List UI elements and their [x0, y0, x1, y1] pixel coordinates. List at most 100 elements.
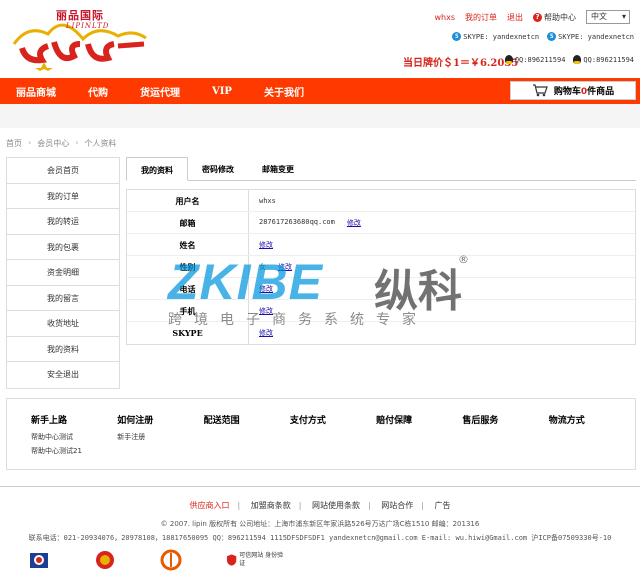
qq-contact[interactable]: QQ:896211594: [504, 55, 566, 64]
cart-label-prefix: 购物车: [553, 87, 581, 97]
footer-column: 赔付保障: [376, 413, 462, 458]
footer-divider: [0, 486, 640, 487]
footer-column: 如何注册 新手注册: [117, 413, 203, 458]
row-value: 修改: [249, 284, 273, 294]
chevron-right-icon: ›: [28, 138, 32, 147]
row-label: 手机: [127, 300, 249, 321]
email-value: 287617263680qq.com: [259, 217, 335, 226]
nav-item-mall[interactable]: 丽品商城: [0, 84, 72, 99]
footer-column-title: 支付方式: [289, 416, 326, 426]
edit-name-link[interactable]: 修改: [259, 240, 273, 250]
site-terms-link[interactable]: 网站使用条款: [304, 501, 368, 510]
nav-item-vip[interactable]: VIP: [196, 86, 248, 97]
edit-gender-link[interactable]: 修改: [278, 262, 292, 272]
row-label: 电话: [127, 278, 249, 299]
row-label: SKYPE: [127, 322, 249, 344]
sidebar-item-logout[interactable]: 安全退出: [7, 362, 119, 388]
shield-icon: [226, 554, 237, 566]
tab-change-password[interactable]: 密码修改: [188, 157, 248, 180]
sidebar-item-packages[interactable]: 我的包裹: [7, 235, 119, 260]
link-separator: |: [237, 501, 241, 510]
breadcrumb: 首页 › 会员中心 › 个人资料: [6, 138, 116, 149]
site-logo[interactable]: 丽品国际 LIPINLTD: [8, 4, 148, 72]
supplier-entry-link[interactable]: 供应商入口: [182, 501, 238, 510]
row-label: 姓名: [127, 234, 249, 255]
link-separator: |: [368, 501, 371, 510]
tab-my-profile[interactable]: 我的资料: [126, 157, 188, 181]
footer-column-title: 配送范围: [203, 416, 240, 426]
table-row: 邮箱 287617263680qq.com 修改: [127, 212, 635, 234]
trust-seal-icon[interactable]: [160, 549, 182, 571]
exchange-rate: 当日牌价＄1＝￥6.2035: [403, 58, 519, 69]
footer-help-box: 新手上路 帮助中心测试 帮助中心测试21 如何注册 新手注册 配送范围 支付方式…: [6, 398, 636, 470]
username-value: whxs: [259, 196, 276, 205]
breadcrumb-current: 个人资料: [84, 139, 117, 148]
tab-change-email[interactable]: 邮箱变更: [248, 157, 308, 180]
sidebar-item-addresses[interactable]: 收货地址: [7, 311, 119, 337]
help-center-label: 帮助中心: [544, 12, 576, 22]
cart-button[interactable]: 购物车0件商品: [510, 81, 636, 100]
sidebar-item-orders[interactable]: 我的订单: [7, 184, 119, 209]
language-select[interactable]: 中文: [586, 10, 630, 24]
breadcrumb-member-center[interactable]: 会员中心: [37, 138, 69, 149]
row-value: 修改: [249, 240, 273, 250]
edit-skype-link[interactable]: 修改: [259, 328, 273, 338]
skype-contact[interactable]: S SKYPE: yandexnetcn: [547, 32, 634, 41]
footer-column-title: 如何注册: [117, 416, 154, 426]
qq-label: QQ:896211594: [514, 55, 566, 64]
certification-badges: 可信网站 身份验证: [28, 549, 286, 571]
row-value: 287617263680qq.com 修改: [249, 218, 361, 228]
sidebar-item-funds[interactable]: 资金明细: [7, 260, 119, 286]
footer-column: 售后服务: [462, 413, 548, 458]
my-orders-link[interactable]: 我的订单: [465, 12, 497, 23]
sidebar-item-home[interactable]: 会员首页: [7, 158, 119, 184]
footer-column-title: 售后服务: [462, 416, 499, 426]
skype-icon: S: [547, 32, 557, 41]
skype-icon: S: [452, 32, 462, 41]
table-row: SKYPE 修改: [127, 322, 635, 344]
logout-link[interactable]: 退出: [507, 12, 523, 23]
skype-label: SKYPE: yandexnetcn: [558, 32, 634, 41]
edit-phone-link[interactable]: 修改: [259, 284, 273, 294]
qq-contacts: QQ:896211594 QQ:896211594: [504, 55, 634, 64]
breadcrumb-home[interactable]: 首页: [6, 138, 22, 149]
sidebar-item-profile[interactable]: 我的资料: [7, 337, 119, 362]
sidebar-item-messages[interactable]: 我的留言: [7, 286, 119, 311]
row-label: 邮箱: [127, 212, 249, 233]
help-icon: ?: [533, 12, 542, 22]
footer-column-title: 物流方式: [548, 416, 585, 426]
verified-site-badge[interactable]: 可信网站 身份验证: [226, 549, 286, 571]
nav-item-about[interactable]: 关于我们: [248, 84, 320, 99]
footer-link[interactable]: 新手注册: [117, 430, 203, 444]
skype-contacts: S SKYPE: yandexnetcn S SKYPE: yandexnetcn: [452, 32, 634, 41]
nav-item-freight[interactable]: 货运代理: [124, 84, 196, 99]
sidebar-item-forwarding[interactable]: 我的转运: [7, 209, 119, 235]
nav-item-purchasing[interactable]: 代购: [72, 84, 124, 99]
business-license-icon[interactable]: [94, 549, 116, 571]
qq-contact[interactable]: QQ:896211594: [573, 55, 634, 64]
advertising-link[interactable]: 广告: [427, 501, 459, 510]
row-value: 女 修改: [249, 262, 292, 272]
row-value: 修改: [249, 306, 273, 316]
help-center-link[interactable]: ? 帮助中心: [533, 12, 576, 23]
username-link[interactable]: whxs: [434, 13, 455, 22]
table-row: 手机 修改: [127, 300, 635, 322]
footer-link[interactable]: 帮助中心测试21: [31, 444, 117, 458]
chevron-right-icon: ›: [75, 138, 79, 147]
qq-penguin-icon: [504, 55, 513, 64]
member-sidebar: 会员首页 我的订单 我的转运 我的包裹 资金明细 我的留言 收货地址 我的资料 …: [6, 157, 120, 389]
skype-contact[interactable]: S SKYPE: yandexnetcn: [452, 32, 539, 41]
row-value: 修改: [249, 328, 273, 338]
cooperation-link[interactable]: 网站合作: [373, 501, 421, 510]
edit-mobile-link[interactable]: 修改: [259, 306, 273, 316]
cart-label: 购物车0件商品: [554, 84, 614, 97]
footer-column-title: 新手上路: [31, 416, 68, 426]
skype-label: SKYPE: yandexnetcn: [463, 32, 540, 41]
police-badge-icon[interactable]: [28, 549, 50, 571]
franchise-terms-link[interactable]: 加盟商条款: [243, 501, 299, 510]
footer-link[interactable]: 帮助中心测试: [31, 430, 117, 444]
footer-column: 物流方式: [549, 413, 635, 458]
top-navigation: whxs 我的订单 退出 ? 帮助中心 中文: [434, 10, 630, 24]
row-label: 用户名: [127, 190, 249, 211]
edit-email-link[interactable]: 修改: [347, 218, 361, 228]
